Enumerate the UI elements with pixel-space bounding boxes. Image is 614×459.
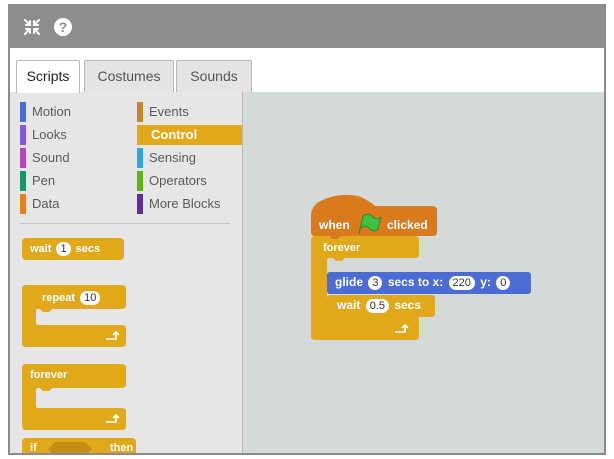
wait-keyword: wait	[30, 243, 52, 255]
palette-if-block[interactable]: if then	[22, 438, 136, 453]
wait-block-label[interactable]: wait 0.5 secs	[337, 298, 421, 313]
block-palette: Motion Looks Sound Pen Data Events Contr…	[10, 92, 243, 453]
category-color-swatch	[20, 125, 26, 145]
hat-clicked-label: clicked	[387, 218, 428, 232]
category-label: Looks	[32, 127, 67, 142]
category-looks[interactable]: Looks	[20, 125, 130, 145]
wait-seconds-input[interactable]: 0.5	[365, 299, 389, 313]
palette-wait-block[interactable]: wait 1 secs	[22, 238, 124, 260]
if-keyword: if	[30, 442, 37, 453]
script-area[interactable]: when clicked forever glide 3 secs to x: …	[243, 92, 604, 453]
green-flag-icon	[358, 213, 382, 235]
category-color-swatch	[137, 148, 143, 168]
category-color-swatch	[137, 102, 143, 122]
tab-sounds[interactable]: Sounds	[176, 60, 252, 92]
glide-y-input[interactable]: 0	[496, 276, 511, 290]
glide-block-label[interactable]: glide 3 secs to x: 220 y: 0	[335, 275, 512, 290]
glide-seconds-input[interactable]: 3	[368, 276, 383, 290]
forever-keyword: forever	[323, 242, 361, 254]
wait-keyword: wait	[337, 298, 361, 312]
category-label: Motion	[32, 104, 72, 119]
category-color-swatch	[20, 148, 26, 168]
category-color-swatch	[137, 194, 143, 214]
category-label: Sound	[32, 150, 70, 165]
help-icon[interactable]: ?	[54, 18, 72, 36]
tab-bar: Scripts Costumes Sounds	[10, 48, 604, 93]
glide-keyword: glide	[335, 275, 364, 289]
then-keyword: then	[110, 442, 134, 453]
secs-keyword: secs	[394, 298, 422, 312]
category-label: Sensing	[149, 150, 196, 165]
category-control[interactable]: Control	[137, 125, 242, 145]
category-label: Data	[32, 196, 60, 211]
palette-divider	[20, 223, 230, 224]
category-label: More Blocks	[149, 196, 221, 211]
collapse-arrows-icon[interactable]	[22, 17, 42, 37]
top-toolbar: ?	[10, 6, 604, 48]
glide-y-keyword: y:	[480, 275, 491, 289]
category-operators[interactable]: Operators	[137, 171, 242, 191]
tab-costumes[interactable]: Costumes	[84, 60, 174, 92]
category-label: Control	[151, 127, 198, 142]
glide-x-input[interactable]: 220	[448, 276, 475, 290]
category-color-swatch	[137, 171, 143, 191]
glide-secs-to-x-keyword: secs to x:	[387, 275, 444, 289]
category-color-swatch	[137, 125, 143, 145]
category-label: Operators	[149, 173, 207, 188]
repeat-label-row: repeat 10	[42, 291, 102, 305]
tab-scripts[interactable]: Scripts	[16, 60, 80, 93]
repeat-count-input[interactable]: 10	[80, 291, 101, 305]
category-motion[interactable]: Motion	[20, 102, 130, 122]
category-label: Events	[149, 104, 189, 119]
category-more-blocks[interactable]: More Blocks	[137, 194, 242, 214]
category-label: Pen	[32, 173, 56, 188]
script-canvas	[311, 194, 531, 340]
repeat-keyword: repeat	[42, 292, 76, 304]
category-pen[interactable]: Pen	[20, 171, 130, 191]
category-sensing[interactable]: Sensing	[137, 148, 242, 168]
editor-window: ? Scripts Costumes Sounds Motion Looks S…	[8, 4, 606, 455]
category-events[interactable]: Events	[137, 102, 242, 122]
wait-seconds-input[interactable]: 1	[56, 242, 71, 256]
forever-keyword: forever	[30, 369, 68, 381]
secs-keyword: secs	[75, 243, 101, 255]
category-data[interactable]: Data	[20, 194, 130, 214]
category-color-swatch	[20, 171, 26, 191]
boolean-slot[interactable]	[48, 442, 92, 453]
category-color-swatch	[20, 194, 26, 214]
category-color-swatch	[20, 102, 26, 122]
hat-when-label: when	[319, 218, 350, 232]
category-sound[interactable]: Sound	[20, 148, 130, 168]
